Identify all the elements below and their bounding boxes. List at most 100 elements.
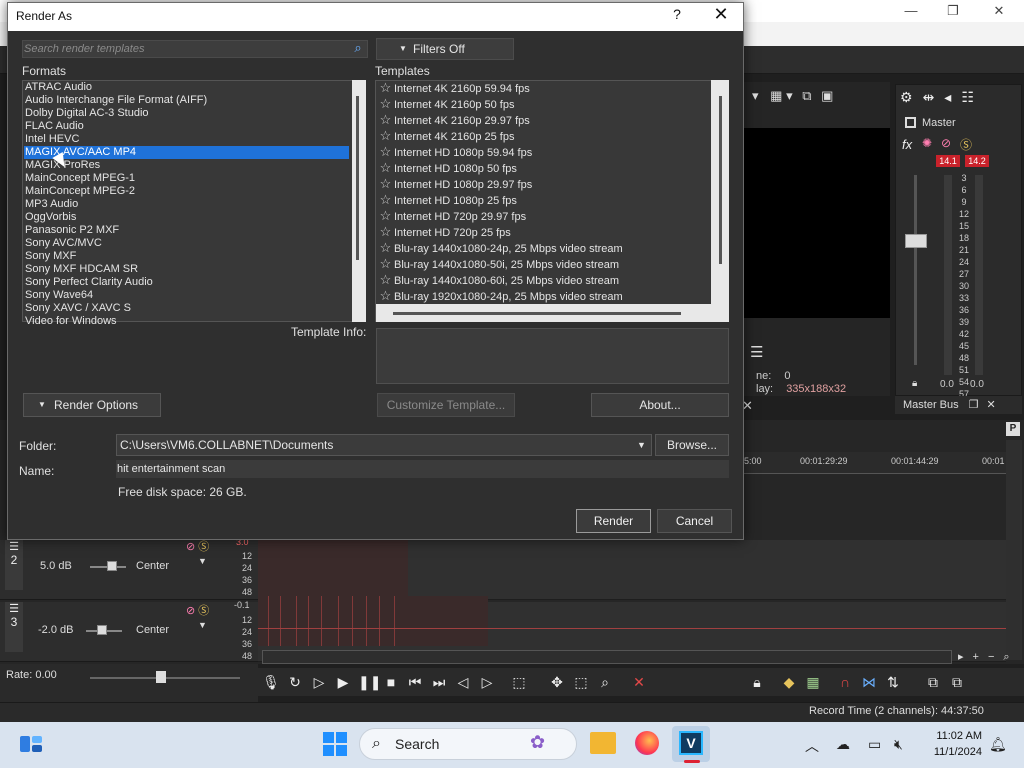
format-item[interactable]: OggVorbis xyxy=(24,211,349,224)
close-button[interactable]: ✕ xyxy=(712,4,730,25)
grouping-icon[interactable]: ⧉ xyxy=(948,673,966,691)
template-item[interactable]: ☆ Blu-ray 1440x1080-24p, 25 Mbps video st… xyxy=(377,240,711,256)
menu-icon[interactable]: ☰ xyxy=(750,343,763,361)
star-icon[interactable]: ☆ xyxy=(377,176,394,192)
loop-icon[interactable]: ↻ xyxy=(286,673,304,691)
format-item[interactable]: Panasonic P2 MXF xyxy=(24,224,349,237)
firefox-icon[interactable] xyxy=(635,731,659,755)
maximize-icon[interactable]: ❐ xyxy=(969,399,979,411)
chevron-up-icon[interactable]: ︿ xyxy=(805,736,819,756)
file-explorer-icon[interactable] xyxy=(590,732,616,754)
star-icon[interactable]: ☆ xyxy=(377,288,394,304)
formats-scrollbar[interactable] xyxy=(352,80,366,322)
template-item[interactable]: ☆ Internet HD 1080p 50 fps xyxy=(377,160,711,176)
track-fx-icons[interactable]: ⊘ Ⓢ xyxy=(186,538,209,554)
fx-icon[interactable]: fx xyxy=(902,137,912,152)
format-item[interactable]: Audio Interchange File Format (AIFF) xyxy=(24,94,349,107)
format-item[interactable]: FLAC Audio xyxy=(24,120,349,133)
master-bus-tab[interactable]: Master Bus ❐ ✕ xyxy=(895,396,1022,414)
template-item[interactable]: ☆ Blu-ray 1440x1080-60i, 25 Mbps video st… xyxy=(377,272,711,288)
format-item[interactable]: Intel HEVC xyxy=(24,133,349,146)
star-icon[interactable]: ☆ xyxy=(377,112,394,128)
marker-icon[interactable]: ◆ xyxy=(780,673,798,691)
cancel-button[interactable]: Cancel xyxy=(657,509,732,533)
format-item[interactable]: MP3 Audio xyxy=(24,198,349,211)
master-checkbox[interactable] xyxy=(905,117,916,128)
go-to-end-icon[interactable]: ⏭︎ xyxy=(430,673,448,691)
master-fader-track[interactable] xyxy=(914,175,917,365)
close-icon[interactable]: ✕ xyxy=(984,2,1014,20)
chevron-down-icon[interactable]: ▾ xyxy=(786,88,793,103)
star-icon[interactable]: ☆ xyxy=(377,128,394,144)
auto-ripple-icon[interactable]: ⋈ xyxy=(860,673,878,691)
track-header[interactable] xyxy=(0,540,258,600)
previous-frame-icon[interactable]: ◁ xyxy=(454,673,472,691)
chevron-down-icon[interactable]: ▼ xyxy=(637,440,646,450)
grid-icon[interactable]: ▦ xyxy=(770,88,782,103)
master-fader-handle[interactable] xyxy=(905,234,927,248)
marker-icon[interactable]: P xyxy=(1006,422,1020,436)
star-icon[interactable]: ☆ xyxy=(377,208,394,224)
track-fx-icons[interactable]: ⊘ Ⓢ xyxy=(186,602,209,618)
star-icon[interactable]: ☆ xyxy=(377,144,394,160)
network-offline-icon[interactable]: ☁︎ xyxy=(836,736,850,753)
format-item[interactable]: Sony MXF HDCAM SR xyxy=(24,263,349,276)
selection-tool-icon[interactable]: ⬚ xyxy=(572,673,590,691)
filters-button[interactable]: Filters Off xyxy=(376,38,514,60)
format-item[interactable]: Sony Perfect Clarity Audio xyxy=(24,276,349,289)
star-icon[interactable]: ☆ xyxy=(377,96,394,112)
snapping-icon[interactable]: ∩ xyxy=(836,673,854,691)
volume-muted-icon[interactable]: 🔇︎ xyxy=(894,736,903,753)
star-icon[interactable]: ☆ xyxy=(377,272,394,288)
formats-scrollbar-thumb[interactable] xyxy=(356,96,359,260)
effect-chain-icon[interactable]: ✺ xyxy=(922,136,932,150)
format-item[interactable]: Dolby Digital AC-3 Studio xyxy=(24,107,349,120)
save-frame-icon[interactable]: ▣ xyxy=(821,88,833,103)
pause-icon[interactable]: ❚❚ xyxy=(358,673,381,691)
stop-icon[interactable]: ■ xyxy=(382,673,400,691)
lock-icon[interactable]: 🔒︎ xyxy=(912,378,917,389)
template-item[interactable]: ☆ Internet 4K 2160p 59.94 fps xyxy=(377,80,711,96)
format-item[interactable]: Sony AVC/MVC xyxy=(24,237,349,250)
search-templates-input[interactable] xyxy=(24,40,344,58)
format-item[interactable]: MAGIX ProRes xyxy=(24,159,349,172)
track-volume-handle[interactable] xyxy=(97,625,107,635)
lock-icon[interactable]: 🔒︎ xyxy=(748,673,766,691)
envelope-tool-icon[interactable]: ✥ xyxy=(548,673,566,691)
template-item[interactable]: ☆ Blu-ray 1440x1080-50i, 25 Mbps video st… xyxy=(377,256,711,272)
timeline-vertical-scrollbar[interactable] xyxy=(1006,440,1022,660)
folder-dropdown[interactable]: C:\Users\VM6.COLLABNET\Documents xyxy=(116,434,652,456)
close-icon[interactable]: ✕ xyxy=(987,399,996,411)
audio-clip[interactable] xyxy=(258,596,488,646)
no-fx-icon[interactable]: ⊘ xyxy=(941,136,951,150)
zoom-controls[interactable]: ▸+−⌕ xyxy=(958,650,1022,664)
templates-scrollbar-thumb[interactable] xyxy=(719,96,722,264)
play-from-start-icon[interactable]: ▷ xyxy=(310,673,328,691)
templates-horizontal-thumb[interactable] xyxy=(393,312,681,315)
maximize-icon[interactable]: ❐ xyxy=(938,2,968,20)
star-icon[interactable]: ☆ xyxy=(377,256,394,272)
chevron-down-icon[interactable]: ▼ xyxy=(198,556,207,566)
star-icon[interactable]: ☆ xyxy=(377,224,394,240)
track-volume-handle[interactable] xyxy=(107,561,117,571)
solo-icon[interactable]: Ⓢ xyxy=(198,605,209,617)
customize-template-button[interactable]: Customize Template... xyxy=(377,393,515,417)
next-frame-icon[interactable]: ▷ xyxy=(478,673,496,691)
minimize-icon[interactable]: — xyxy=(896,2,926,20)
crossfade-icon[interactable]: ⧉ xyxy=(924,673,942,691)
collapse-icon[interactable]: ⇹ xyxy=(923,89,945,105)
play-icon[interactable]: ▶ xyxy=(334,673,352,691)
no-fx-icon[interactable]: ⊘ xyxy=(186,605,195,617)
chevron-down-icon[interactable]: ▾ xyxy=(752,88,759,103)
timeline-ruler[interactable]: 5:00 00:01:29:29 00:01:44:29 00:01 xyxy=(744,452,1006,474)
notifications-icon[interactable]: 🔔︎ xyxy=(989,736,1007,753)
record-icon[interactable]: 🎙︎ xyxy=(262,673,280,691)
solo-icon[interactable]: Ⓢ xyxy=(198,541,209,553)
widgets-icon[interactable] xyxy=(18,733,44,755)
format-item[interactable]: MAGIX AVC/AAC MP4 xyxy=(24,146,349,159)
region-icon[interactable]: ▦ xyxy=(804,673,822,691)
audio-clip[interactable] xyxy=(258,540,408,600)
star-icon[interactable]: ☆ xyxy=(377,160,394,176)
go-to-start-icon[interactable]: ⏮︎ xyxy=(406,673,424,691)
format-item[interactable]: MainConcept MPEG-2 xyxy=(24,185,349,198)
